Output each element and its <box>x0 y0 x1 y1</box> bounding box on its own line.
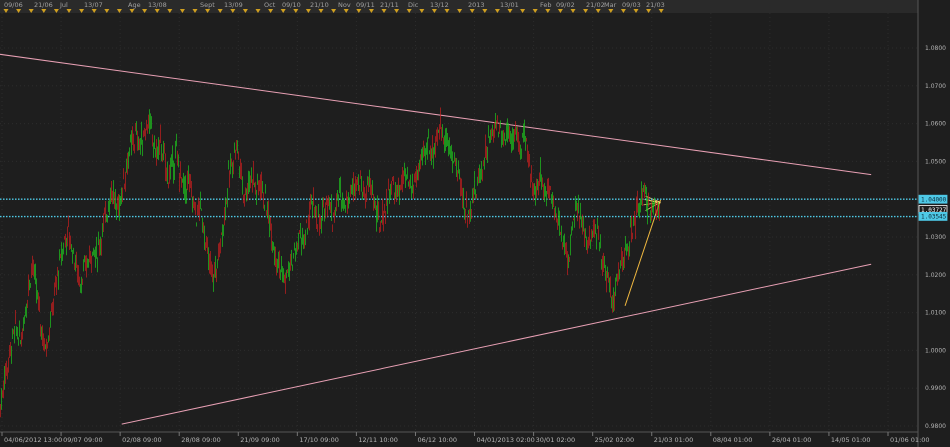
top-timeline-label: 09/03 <box>622 1 641 9</box>
top-timeline-label: 13/09 <box>224 1 243 9</box>
y-tick-label: 0.9800 <box>925 423 946 430</box>
top-timeline-label: Sept <box>200 1 215 9</box>
top-timeline-label: 21/10 <box>310 1 329 9</box>
y-tick-label: 0.9900 <box>925 385 946 392</box>
x-tick-label: 26/04 01:00 <box>772 436 812 444</box>
x-tick-label: 21/03 01:00 <box>654 436 694 444</box>
price-badges: 1.040001.037271.03545 <box>918 194 948 221</box>
price-badge-label: 1.03545 <box>921 214 947 221</box>
top-timeline-label: Feb <box>540 1 552 9</box>
top-timeline-label: Jul <box>59 1 68 9</box>
x-tick-label: 12/11 10:00 <box>358 436 398 444</box>
top-timeline-label: 13/12 <box>430 1 449 9</box>
x-tick-label: 08/04 01:00 <box>713 436 753 444</box>
x-tick-label: 02/08 09:00 <box>122 436 162 444</box>
y-tick-label: 1.0500 <box>925 158 946 165</box>
x-tick-label: 30/01 02:00 <box>536 436 576 444</box>
y-tick-label: 1.0200 <box>925 272 946 279</box>
right-axis-panel <box>918 0 950 447</box>
price-badge-label: 1.04000 <box>921 197 947 204</box>
top-timeline-label: 13/08 <box>148 1 167 9</box>
chart-background <box>0 0 950 447</box>
top-timeline-label: Mar <box>604 1 617 9</box>
x-tick-label: 17/10 09:00 <box>299 436 339 444</box>
top-timeline-label: 13/01 <box>500 1 519 9</box>
x-tick-label: 28/08 09:00 <box>181 436 221 444</box>
y-tick-label: 1.0100 <box>925 310 946 317</box>
top-timeline-label: Age <box>128 1 141 9</box>
top-timeline-label: Dic <box>408 1 419 9</box>
top-timeline-label: 09/10 <box>282 1 301 9</box>
x-tick-label: 25/02 02:00 <box>595 436 635 444</box>
x-tick-label: 14/05 01:00 <box>831 436 871 444</box>
top-timeline-label: 09/06 <box>4 1 23 9</box>
top-timeline-label: Oct <box>264 1 276 9</box>
y-tick-label: 1.0800 <box>925 45 946 52</box>
x-tick-label: 21/09 09:00 <box>240 436 280 444</box>
x-tick-label: 04/06/2012 13:00 <box>4 436 62 444</box>
top-timeline-label: 21/03 <box>646 1 665 9</box>
top-timeline-label: 21/06 <box>34 1 53 9</box>
top-timeline-label: 21/02 <box>586 1 605 9</box>
x-tick-label: 04/01/2013 02:00 <box>477 436 535 444</box>
top-timeline-label: 13/07 <box>84 1 103 9</box>
x-tick-label: 01/06 01:00 <box>890 436 930 444</box>
top-timeline-label: 09/11 <box>356 1 375 9</box>
top-timeline-label: 09/02 <box>556 1 575 9</box>
x-tick-label: 06/12 10:00 <box>417 436 457 444</box>
top-timeline-label: 2013 <box>468 1 485 9</box>
x-tick-label: 09/07 09:00 <box>63 436 103 444</box>
y-tick-label: 1.0300 <box>925 234 946 241</box>
top-timeline-label: Nov <box>338 1 351 9</box>
y-tick-label: 1.0000 <box>925 347 946 354</box>
y-tick-label: 1.0700 <box>925 83 946 90</box>
forex-chart: 09/06 21/06 Jul 13/07 Age 13/08 Sept 13/09 Oct 09… <box>0 0 950 447</box>
y-tick-label: 1.0600 <box>925 121 946 128</box>
top-timeline-label: 21/11 <box>380 1 399 9</box>
